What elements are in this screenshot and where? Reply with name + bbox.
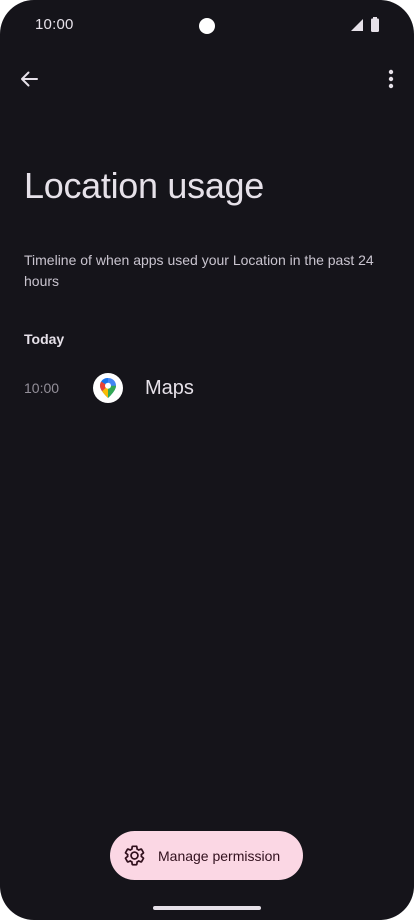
page-title: Location usage bbox=[24, 165, 264, 206]
phone-screen: 10:00 Location usage Timeline of when ap… bbox=[0, 0, 414, 920]
arrow-back-icon bbox=[21, 71, 38, 87]
back-button[interactable] bbox=[12, 62, 46, 96]
page-description: Timeline of when apps used your Location… bbox=[24, 252, 374, 289]
google-maps-icon bbox=[93, 373, 123, 403]
manage-permission-label: Manage permission bbox=[158, 848, 281, 864]
battery-icon bbox=[371, 17, 379, 32]
signal-icon bbox=[351, 19, 363, 31]
usage-time: 10:00 bbox=[24, 380, 60, 396]
section-header-today: Today bbox=[24, 331, 65, 347]
gesture-navigation-bar[interactable] bbox=[153, 906, 261, 910]
manage-permission-button[interactable]: Manage permission bbox=[110, 831, 303, 880]
usage-entry-maps[interactable]: 10:00 Maps bbox=[0, 360, 414, 418]
app-name: Maps bbox=[145, 377, 194, 399]
status-bar: 10:00 bbox=[0, 0, 414, 52]
camera-cutout bbox=[199, 18, 215, 34]
more-vert-icon bbox=[388, 69, 394, 89]
status-time: 10:00 bbox=[35, 16, 74, 33]
more-options-button[interactable] bbox=[376, 62, 406, 96]
gear-icon bbox=[124, 845, 145, 866]
